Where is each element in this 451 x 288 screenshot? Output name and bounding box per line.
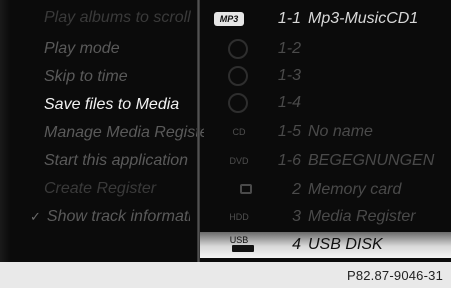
source-row-media-register[interactable]: HDD 3 Media Register bbox=[200, 204, 451, 230]
checkmark-icon: ✓ bbox=[30, 209, 41, 224]
media-screen: Play albums to scroll Play mode Skip to … bbox=[0, 0, 451, 262]
source-name: Memory card bbox=[308, 181, 402, 198]
cd-icon: CD bbox=[232, 127, 246, 137]
source-number: 3 bbox=[292, 208, 301, 225]
menu-item-create-register[interactable]: Create Register bbox=[44, 177, 204, 201]
source-row-1-3[interactable]: 1-3 bbox=[200, 63, 451, 89]
source-number: 1-3 bbox=[277, 67, 301, 84]
menu-item-manage-media-register[interactable]: Manage Media Register bbox=[44, 121, 204, 145]
source-row-dvd[interactable]: DVD 1-6 BEGEGNUNGEN bbox=[200, 148, 451, 174]
disc-icon bbox=[228, 39, 248, 59]
source-row-usb-disk[interactable]: USB 4 USB DISK bbox=[200, 232, 451, 258]
source-name: BEGEGNUNGEN bbox=[308, 152, 435, 169]
figure-footer: P82.87-9046-31 bbox=[0, 262, 451, 288]
options-menu: Play albums to scroll Play mode Skip to … bbox=[0, 0, 204, 262]
source-number: 1-6 bbox=[277, 152, 301, 169]
source-number: 4 bbox=[292, 236, 301, 253]
menu-item-label: Show track information bbox=[46, 208, 190, 225]
usb-plug-icon bbox=[232, 245, 254, 252]
hdd-icon: HDD bbox=[229, 212, 249, 222]
disc-icon bbox=[228, 93, 248, 113]
figure-reference: P82.87-9046-31 bbox=[346, 268, 443, 283]
disc-icon bbox=[228, 66, 248, 86]
source-name: USB DISK bbox=[308, 236, 383, 253]
source-name: No name bbox=[308, 123, 373, 140]
menu-item-save-files[interactable]: Save files to Media bbox=[44, 93, 204, 117]
memory-card-icon bbox=[240, 184, 252, 194]
source-number: 1-2 bbox=[277, 40, 301, 57]
menu-item-play-albums[interactable]: Play albums to scroll bbox=[44, 6, 204, 30]
dvd-icon: DVD bbox=[229, 156, 249, 166]
source-row-no-name[interactable]: CD 1-5 No name bbox=[200, 119, 451, 145]
source-number: 1-4 bbox=[277, 94, 301, 111]
source-name: Mp3-MusicCD1 bbox=[308, 10, 419, 27]
menu-item-skip-to-time[interactable]: Skip to time bbox=[44, 65, 204, 89]
source-row-memory-card[interactable]: 2 Memory card bbox=[200, 177, 451, 203]
source-row-1-4[interactable]: 1-4 bbox=[200, 90, 451, 116]
source-row-1-2[interactable]: 1-2 bbox=[200, 36, 451, 62]
source-list: MP3 1-1 Mp3-MusicCD1 1-2 1-3 1-4 CD 1-5 … bbox=[200, 0, 451, 262]
source-number: 1-5 bbox=[277, 123, 301, 140]
mp3-icon: MP3 bbox=[214, 12, 244, 26]
menu-item-show-track-info[interactable]: ✓ Show track information bbox=[30, 205, 190, 229]
menu-item-start-application[interactable]: Start this application bbox=[44, 149, 204, 173]
menu-edge-strip bbox=[0, 0, 10, 262]
source-name: Media Register bbox=[308, 208, 416, 225]
source-number: 1-1 bbox=[277, 10, 301, 27]
menu-item-play-mode[interactable]: Play mode bbox=[44, 37, 204, 61]
source-number: 2 bbox=[292, 181, 301, 198]
source-row-mp3-cd[interactable]: MP3 1-1 Mp3-MusicCD1 bbox=[200, 6, 451, 32]
